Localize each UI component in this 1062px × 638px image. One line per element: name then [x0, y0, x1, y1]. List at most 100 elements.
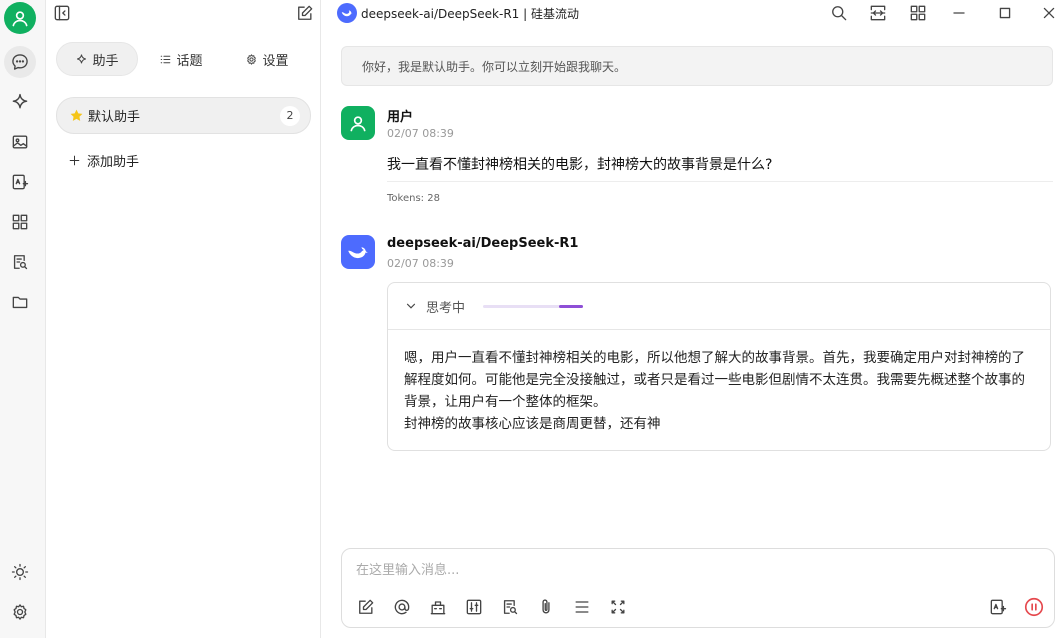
nav-rail — [0, 0, 46, 638]
star-icon — [70, 109, 83, 121]
assistant-item-default[interactable]: 默认助手 2 — [56, 97, 311, 134]
tab-topics[interactable]: 话题 — [138, 42, 224, 76]
model-logo — [337, 3, 357, 23]
window-minimize-button[interactable] — [949, 3, 969, 23]
edit-icon — [359, 599, 374, 614]
add-assistant-button[interactable]: 添加助手 — [68, 150, 139, 170]
thinking-header[interactable]: 思考中 — [388, 283, 1050, 330]
tab-label: 话题 — [176, 53, 203, 69]
message-divider — [387, 181, 1053, 182]
document-search-icon — [503, 600, 518, 615]
chat-area: 你好，我是默认助手。你可以立刻开始跟我聊天。 用户 02/07 08:39 我一… — [321, 26, 1062, 638]
sun-icon — [11, 563, 29, 581]
user-message-text: 我一直看不懂封神榜相关的电影，封神榜大的故事背景是什么? — [387, 157, 773, 173]
chat-nav-button[interactable] — [4, 46, 36, 78]
apps-grid-icon — [910, 5, 926, 21]
clear-context-button[interactable] — [572, 597, 592, 617]
minimize-icon — [953, 12, 965, 14]
knowledge-base-button[interactable] — [428, 597, 448, 617]
edit-icon — [298, 5, 313, 20]
expand-width-icon — [870, 5, 886, 21]
narrow-mode-button[interactable] — [868, 3, 888, 23]
message-input[interactable] — [356, 559, 1036, 581]
close-icon — [1043, 7, 1055, 19]
sparkle-icon — [77, 54, 87, 63]
paperclip-icon — [542, 599, 550, 614]
window-maximize-button[interactable] — [995, 3, 1015, 23]
thinking-paragraph-2: 封神榜的故事核心应该是商周更替，还有神 — [404, 416, 661, 432]
translate-nav-button[interactable] — [4, 166, 36, 198]
user-icon — [350, 116, 366, 132]
message-composer — [341, 548, 1055, 628]
thinking-paragraph: 嗯，用户一直看不懂封神榜相关的电影，所以他想了解大的故事背景。首先，我要确定用户… — [404, 350, 1025, 410]
search-button[interactable] — [829, 3, 849, 23]
mention-model-button[interactable] — [392, 597, 412, 617]
plus-icon — [69, 155, 80, 165]
user-message-time: 02/07 08:39 — [387, 127, 454, 140]
tab-settings[interactable]: 设置 — [224, 42, 310, 76]
search-icon — [832, 6, 847, 21]
tab-label: 设置 — [262, 53, 289, 69]
assistant-message-time: 02/07 08:39 — [387, 257, 454, 270]
maximize-icon — [999, 7, 1011, 19]
translate-input-button[interactable] — [988, 597, 1008, 617]
token-count: Tokens: 28 — [387, 193, 440, 204]
deepseek-whale-icon — [348, 247, 368, 259]
greeting-message: 你好，我是默认助手。你可以立刻开始跟我聊天。 — [341, 46, 1053, 86]
knowledge-nav-button[interactable] — [4, 246, 36, 278]
agents-nav-button[interactable] — [4, 86, 36, 118]
pause-circle-icon — [1024, 597, 1044, 617]
title-bar: deepseek-ai/DeepSeek-R1 | 硅基流动 — [321, 0, 1062, 26]
theme-toggle-button[interactable] — [4, 556, 36, 588]
thinking-panel: 思考中 嗯，用户一直看不懂封神榜相关的电影，所以他想了解大的故事背景。首先，我要… — [387, 282, 1051, 451]
folder-icon — [12, 296, 28, 309]
settings-nav-button[interactable] — [4, 596, 36, 628]
tab-assistants[interactable]: 助手 — [56, 42, 138, 76]
assistant-name: 默认助手 — [88, 110, 141, 125]
window-close-button[interactable] — [1039, 3, 1059, 23]
sidebar-collapse-icon — [54, 5, 70, 21]
attach-file-button[interactable] — [536, 597, 556, 617]
user-icon — [12, 11, 28, 27]
user-avatar[interactable] — [4, 2, 36, 34]
assistant-message-avatar[interactable] — [341, 235, 375, 269]
sparkle-icon — [12, 93, 28, 109]
image-icon — [12, 135, 28, 149]
chat-bubble-icon — [12, 54, 28, 70]
list-icon — [161, 55, 171, 63]
user-message-avatar[interactable] — [341, 106, 375, 140]
topic-count-badge: 2 — [280, 105, 300, 126]
apps-nav-button[interactable] — [4, 206, 36, 238]
chat-title: deepseek-ai/DeepSeek-R1 | 硅基流动 — [361, 7, 579, 21]
image-nav-button[interactable] — [4, 126, 36, 158]
apps-grid-icon — [12, 214, 28, 230]
mini-apps-button[interactable] — [908, 3, 928, 23]
assistant-name: deepseek-ai/DeepSeek-R1 — [387, 236, 579, 251]
new-topic-tool-button[interactable] — [356, 597, 376, 617]
user-name: 用户 — [387, 110, 414, 125]
expand-icon — [611, 600, 625, 614]
assistant-panel: 助手 话题 设置 默认助手 2 添加助手 — [46, 0, 321, 638]
gear-icon — [13, 604, 27, 620]
document-search-icon — [13, 255, 28, 270]
files-nav-button[interactable] — [4, 286, 36, 318]
stop-generation-button[interactable] — [1023, 596, 1045, 618]
toggle-sidebar-button[interactable] — [52, 3, 72, 23]
translate-icon — [12, 174, 29, 190]
context-divider-icon — [575, 601, 589, 613]
thinking-label: 思考中 — [426, 300, 466, 316]
greeting-text: 你好，我是默认助手。你可以立刻开始跟我聊天。 — [362, 59, 627, 74]
thinking-progress-bar — [483, 304, 584, 308]
expand-input-button[interactable] — [608, 597, 628, 617]
add-assistant-label: 添加助手 — [87, 154, 140, 170]
new-topic-button[interactable] — [295, 3, 315, 23]
gear-icon — [247, 53, 257, 65]
thinking-content: 嗯，用户一直看不懂封神榜相关的电影，所以他想了解大的故事背景。首先，我要确定用户… — [404, 347, 1038, 435]
chevron-down-icon — [406, 303, 416, 309]
panel-tabs: 助手 话题 设置 — [56, 42, 311, 76]
web-search-button[interactable] — [500, 597, 520, 617]
translate-icon — [990, 599, 1007, 615]
library-icon — [430, 601, 446, 615]
model-settings-button[interactable] — [464, 597, 484, 617]
tab-label: 助手 — [92, 53, 119, 69]
